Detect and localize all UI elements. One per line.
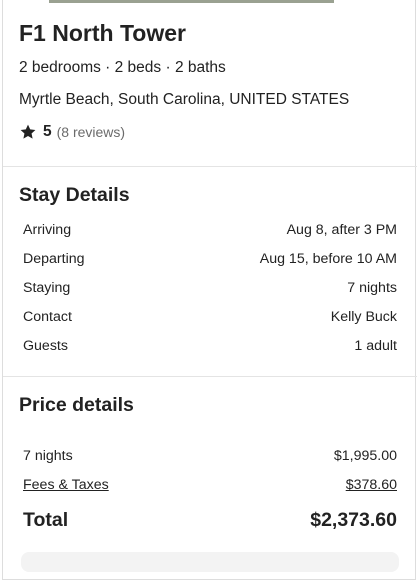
stay-row-guests: Guests 1 adult	[23, 336, 397, 356]
price-details-heading: Price details	[19, 394, 134, 416]
stay-row-label: Contact	[23, 309, 72, 325]
property-rooms: 2 bedrooms · 2 beds · 2 baths	[19, 59, 226, 76]
stay-row-value: 7 nights	[347, 280, 397, 296]
section-divider	[3, 166, 417, 167]
fees-taxes-amount-link[interactable]: $378.60	[346, 477, 397, 493]
rating-row: 5 (8 reviews)	[19, 122, 125, 142]
stay-row-label: Staying	[23, 280, 71, 296]
stay-row-value: Aug 8, after 3 PM	[286, 222, 397, 238]
price-row-label: 7 nights	[23, 448, 73, 464]
total-value: $2,373.60	[310, 508, 397, 531]
stay-row-label: Arriving	[23, 222, 72, 238]
reviews-count[interactable]: (8 reviews)	[57, 124, 125, 140]
stay-details-heading: Stay Details	[19, 184, 130, 206]
fees-taxes-link[interactable]: Fees & Taxes	[23, 477, 109, 493]
stay-row-staying: Staying 7 nights	[23, 278, 397, 298]
total-label: Total	[23, 508, 69, 531]
stay-row-value: 1 adult	[354, 338, 397, 354]
property-location: Myrtle Beach, South Carolina, UNITED STA…	[19, 91, 350, 108]
price-row-value: $1,995.00	[333, 448, 397, 464]
stay-row-label: Departing	[23, 251, 85, 267]
price-row-nights: 7 nights $1,995.00	[23, 446, 397, 466]
star-icon	[20, 124, 36, 139]
section-divider	[3, 376, 417, 377]
price-row-fees: Fees & Taxes $378.60	[23, 475, 397, 495]
stay-row-contact: Contact Kelly Buck	[23, 307, 397, 327]
stay-row-departing: Departing Aug 15, before 10 AM	[23, 249, 397, 269]
stay-row-arriving: Arriving Aug 8, after 3 PM	[23, 220, 397, 240]
property-title: F1 North Tower	[19, 20, 186, 46]
rating-value: 5	[43, 123, 52, 140]
booking-summary-card: F1 North Tower 2 bedrooms · 2 beds · 2 b…	[2, 0, 417, 580]
stay-row-value: Kelly Buck	[330, 309, 397, 325]
property-photo[interactable]	[49, 0, 334, 3]
stay-row-label: Guests	[23, 338, 68, 354]
price-total-row: Total $2,373.60	[23, 507, 397, 533]
stay-row-value: Aug 15, before 10 AM	[259, 251, 397, 267]
next-section-box	[21, 552, 399, 572]
